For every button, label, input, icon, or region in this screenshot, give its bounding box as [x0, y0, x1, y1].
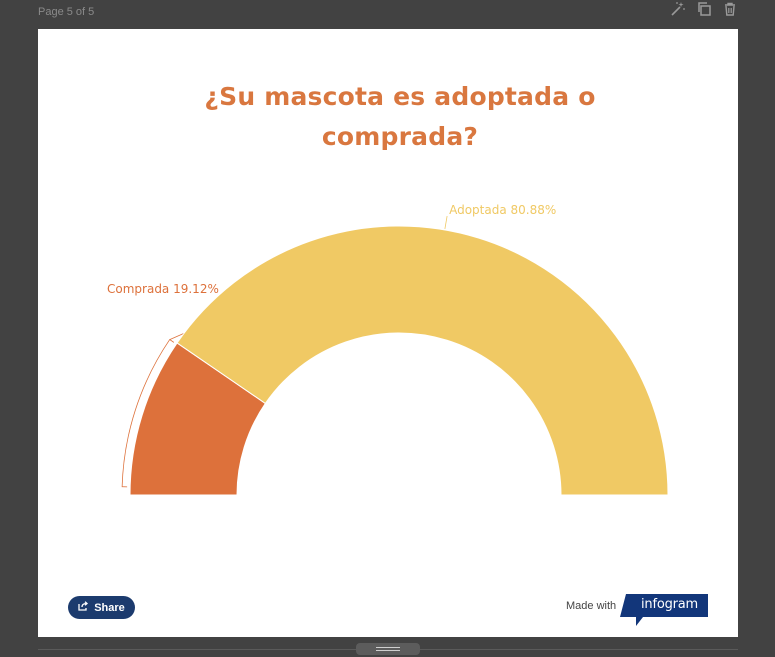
slice-label-adoptada: Adoptada 80.88%	[449, 203, 556, 217]
share-icon	[78, 601, 89, 614]
share-label: Share	[94, 601, 125, 614]
share-button[interactable]: Share	[68, 596, 135, 619]
duplicate-icon[interactable]	[695, 0, 713, 18]
page-toolbar	[669, 0, 739, 18]
page-resize-handle[interactable]	[356, 643, 420, 655]
slice-adoptada[interactable]	[176, 225, 669, 496]
slice-label-comprada: Comprada 19.12%	[107, 282, 219, 296]
page-indicator: Page 5 of 5	[38, 6, 95, 18]
trash-icon[interactable]	[721, 0, 739, 18]
made-with-text: Made with	[566, 600, 617, 612]
infographic-canvas: ¿Su mascota es adoptada o comprada? Comp…	[38, 29, 738, 637]
infogram-brand-text[interactable]: infogram	[641, 597, 698, 612]
semi-donut-chart: Comprada 19.12% Adoptada 80.88%	[107, 203, 669, 496]
magic-wand-icon[interactable]	[669, 0, 687, 18]
slice-leader-adoptada	[444, 216, 448, 229]
